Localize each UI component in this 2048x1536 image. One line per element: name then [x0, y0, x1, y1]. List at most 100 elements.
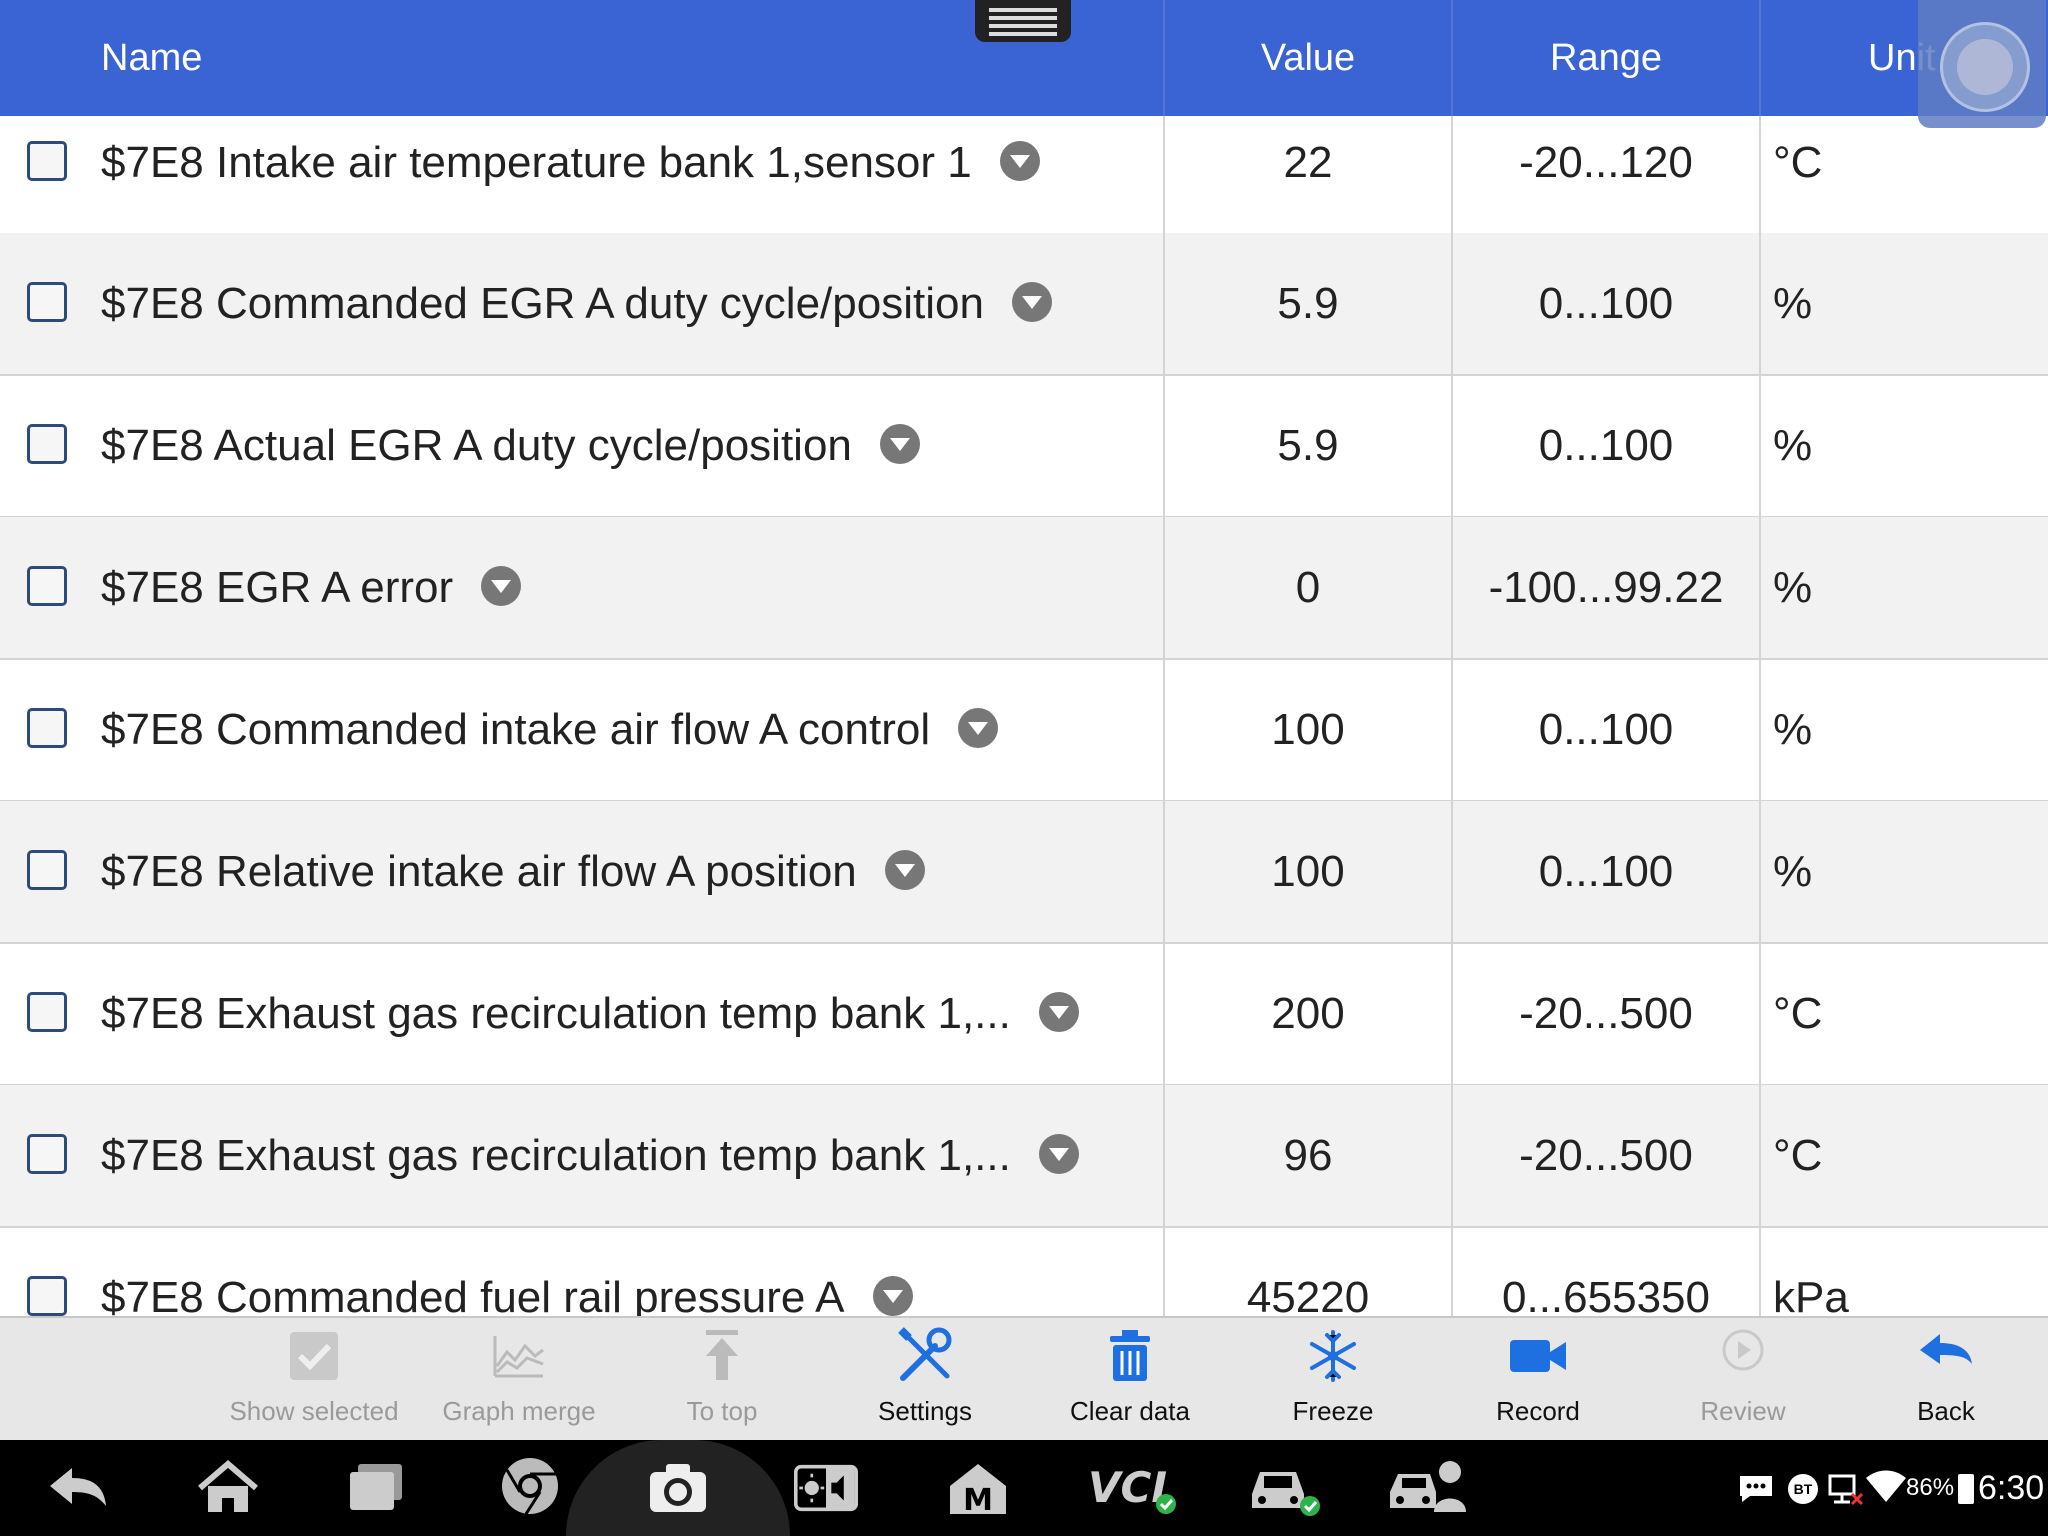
- parameter-value: 200: [1271, 989, 1345, 1038]
- dropdown-icon[interactable]: [1038, 992, 1079, 1033]
- message-icon: [1740, 1476, 1772, 1502]
- dropdown-icon[interactable]: [999, 141, 1040, 182]
- data-stream-list[interactable]: $7E8 Intake air temperature bank 1,senso…: [0, 116, 2048, 1316]
- record-button[interactable]: Record: [1438, 1318, 1638, 1442]
- parameter-range: 0...100: [1538, 421, 1674, 470]
- column-header-name: Name: [101, 37, 203, 79]
- parameter-range: 0...100: [1538, 279, 1674, 328]
- show-selected-button[interactable]: Show selected: [214, 1318, 414, 1442]
- parameter-unit: %: [1773, 847, 1813, 896]
- parameter-value: 100: [1271, 847, 1345, 896]
- dropdown-icon[interactable]: [958, 708, 999, 749]
- settings-button[interactable]: Settings: [825, 1318, 1025, 1442]
- parameter-value: 45220: [1246, 1273, 1370, 1316]
- clock: 6:30: [1978, 1469, 2045, 1507]
- header-divider: [1759, 0, 1761, 116]
- wifi-icon: [1866, 1470, 1906, 1502]
- table-row[interactable]: $7E8 Exhaust gas recirculation temp bank…: [0, 943, 2048, 1086]
- parameter-value: 0: [1295, 563, 1321, 612]
- parameter-range: 0...100: [1538, 847, 1674, 896]
- table-row[interactable]: $7E8 Intake air temperature bank 1,senso…: [0, 116, 2048, 235]
- dropdown-icon[interactable]: [872, 1276, 913, 1316]
- drag-handle[interactable]: [975, 0, 1071, 42]
- parameter-range: -20...120: [1519, 138, 1693, 187]
- parameter-unit: %: [1773, 563, 1813, 612]
- parameter-name: $7E8 Commanded fuel rail pressure A: [101, 1273, 845, 1316]
- parameter-unit: %: [1773, 279, 1813, 328]
- table-row[interactable]: $7E8 Relative intake air flow A position…: [0, 801, 2048, 944]
- parameter-range: -100...99.22: [1488, 563, 1724, 612]
- graph-merge-button[interactable]: Graph merge: [419, 1318, 619, 1442]
- table-row[interactable]: $7E8 Commanded intake air flow A control…: [0, 659, 2048, 802]
- camera-icon[interactable]: [646, 1458, 710, 1518]
- floating-assistive-button[interactable]: [1918, 0, 2046, 128]
- parameter-unit: °C: [1773, 1131, 1823, 1180]
- trash-icon: [1110, 1330, 1150, 1381]
- parameter-name: $7E8 Actual EGR A duty cycle/position: [101, 421, 852, 470]
- parameter-unit: °C: [1773, 989, 1823, 1038]
- row-checkbox[interactable]: [27, 849, 67, 890]
- brightness-volume-icon[interactable]: [794, 1458, 858, 1518]
- row-checkbox[interactable]: [27, 281, 67, 322]
- clear-data-button[interactable]: Clear data: [1030, 1318, 1230, 1442]
- bluetooth-status-icon: BT: [1788, 1474, 1818, 1504]
- parameter-name: $7E8 Commanded intake air flow A control: [101, 705, 931, 754]
- dropdown-icon[interactable]: [1011, 282, 1052, 323]
- parameter-range: -20...500: [1519, 989, 1693, 1038]
- battery-percent: 86%: [1906, 1474, 1955, 1501]
- table-row[interactable]: $7E8 Exhaust gas recirculation temp bank…: [0, 1085, 2048, 1228]
- row-checkbox[interactable]: [27, 140, 67, 181]
- parameter-value: 5.9: [1277, 279, 1339, 328]
- dropdown-icon[interactable]: [1038, 1134, 1079, 1175]
- car-connected-icon[interactable]: [1246, 1458, 1326, 1518]
- row-checkbox[interactable]: [27, 1133, 67, 1174]
- parameter-unit: kPa: [1773, 1273, 1849, 1316]
- row-checkbox[interactable]: [27, 991, 67, 1032]
- parameter-unit: %: [1773, 421, 1813, 470]
- table-row[interactable]: $7E8 EGR A error 0 -100...99.22 %: [0, 517, 2048, 660]
- vci-icon[interactable]: VCI: [1086, 1458, 1182, 1518]
- parameter-value: 22: [1283, 138, 1333, 187]
- parameter-range: 0...655350: [1502, 1273, 1710, 1316]
- row-checkbox[interactable]: [27, 423, 67, 464]
- row-checkbox[interactable]: [27, 565, 67, 606]
- parameter-unit: %: [1773, 705, 1813, 754]
- row-checkbox[interactable]: [27, 707, 67, 748]
- nav-back-icon[interactable]: [46, 1458, 110, 1518]
- parameter-name: $7E8 Relative intake air flow A position: [101, 847, 857, 896]
- parameter-value: 5.9: [1277, 421, 1339, 470]
- parameter-name: $7E8 Commanded EGR A duty cycle/position: [101, 279, 984, 328]
- parameter-name: $7E8 Exhaust gas recirculation temp bank…: [101, 989, 1011, 1038]
- parameter-name: $7E8 Exhaust gas recirculation temp bank…: [101, 1131, 1011, 1180]
- parameter-value: 96: [1283, 1131, 1333, 1180]
- row-checkbox[interactable]: [27, 1275, 67, 1316]
- chrome-icon[interactable]: [498, 1456, 562, 1516]
- dropdown-icon[interactable]: [884, 850, 925, 891]
- home-icon[interactable]: [196, 1458, 260, 1518]
- dropdown-icon[interactable]: [879, 424, 920, 465]
- parameter-value: 100: [1271, 705, 1345, 754]
- function-toolbar: Show selected Graph merge To top Setting…: [0, 1316, 2048, 1442]
- dropdown-icon[interactable]: [481, 566, 522, 607]
- parameter-range: -20...500: [1519, 1131, 1693, 1180]
- back-button[interactable]: Back: [1846, 1318, 2046, 1442]
- freeze-button[interactable]: Freeze: [1233, 1318, 1433, 1442]
- review-button[interactable]: Review: [1643, 1318, 1843, 1442]
- parameter-unit: °C: [1773, 138, 1823, 187]
- parameter-name: $7E8 Intake air temperature bank 1,senso…: [101, 138, 972, 187]
- car-user-icon[interactable]: [1386, 1456, 1470, 1516]
- arrow-up-icon: [706, 1330, 738, 1380]
- table-row[interactable]: $7E8 Actual EGR A duty cycle/position 5.…: [0, 375, 2048, 518]
- network-disconnected-icon: [1828, 1474, 1864, 1506]
- to-top-button[interactable]: To top: [622, 1318, 822, 1442]
- svg-text:VCI: VCI: [1088, 1463, 1167, 1512]
- parameter-range: 0...100: [1538, 705, 1674, 754]
- table-row[interactable]: $7E8 Commanded EGR A duty cycle/position…: [0, 233, 2048, 376]
- table-row[interactable]: $7E8 Commanded fuel rail pressure A 4522…: [0, 1227, 2048, 1316]
- snowflake-icon: [1310, 1330, 1356, 1382]
- recent-apps-icon[interactable]: [344, 1458, 408, 1518]
- column-header-value: Value: [1260, 37, 1356, 79]
- checkbox-icon: [290, 1332, 338, 1380]
- back-arrow-icon: [1920, 1334, 1972, 1364]
- maxifix-icon[interactable]: M: [946, 1458, 1010, 1518]
